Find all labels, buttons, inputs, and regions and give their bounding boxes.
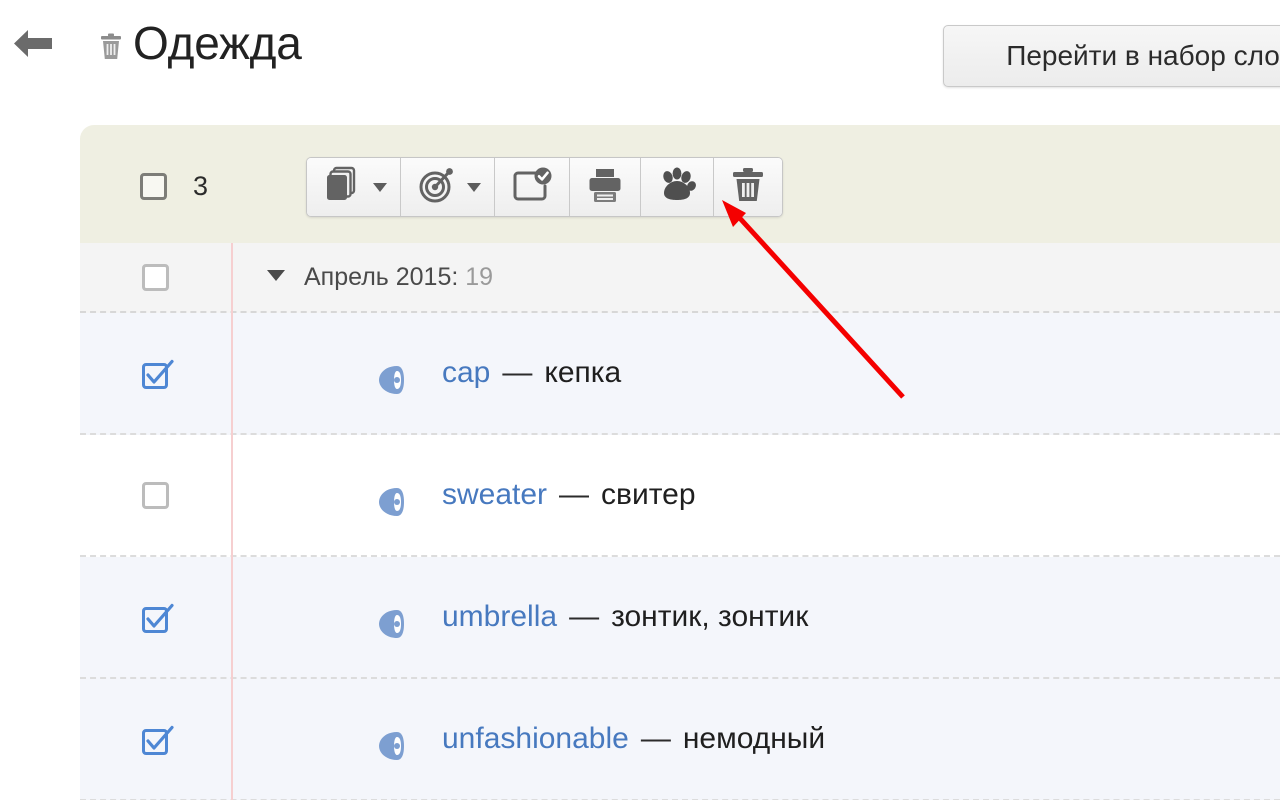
row-checkbox-cell [80,679,231,799]
word-list-table: 3 Апрель 2015: 19 cap — кепка sweater — … [80,125,1280,800]
group-checkbox[interactable] [142,263,169,291]
select-all-checkbox[interactable] [140,173,167,200]
speaker-icon[interactable] [376,607,412,641]
row-text: unfashionable — немодный [442,716,825,762]
target-dart-icon [416,166,456,209]
group-count: 19 [465,263,494,291]
row-text: cap — кепка [442,350,621,396]
speaker-icon[interactable] [376,363,412,397]
group-checkbox-cell [80,243,231,311]
group-label-text: Апрель 2015: [304,263,466,291]
row-word-ru: немодный [682,722,826,755]
paw-button[interactable] [641,158,714,216]
page-title: Одежда [133,17,302,69]
row-dash: — [559,478,590,511]
row-checkbox-checked[interactable] [141,602,174,633]
table-row[interactable]: umbrella — зонтик, зонтик [80,557,1280,679]
row-dash: — [640,722,671,755]
selected-count: 3 [193,171,209,201]
paw-print-icon [657,166,697,209]
row-dash: — [569,600,600,633]
printer-icon [586,166,624,209]
group-label: Апрель 2015: 19 [304,257,493,297]
row-checkbox-cell [80,313,231,433]
card-check-icon [511,166,553,209]
row-checkbox-checked[interactable] [141,724,174,755]
row-checkbox-cell [80,435,231,555]
row-text: umbrella — зонтик, зонтик [442,594,808,640]
table-row[interactable]: unfashionable — немодный [80,679,1280,800]
table-row[interactable]: sweater — свитер [80,435,1280,557]
row-word-en[interactable]: cap [442,356,490,389]
row-text: sweater — свитер [442,472,696,518]
page-header: Одежда Перейти в набор сло [0,0,1280,110]
row-dash: — [502,356,533,389]
row-word-en[interactable]: unfashionable [442,722,629,755]
delete-button[interactable] [714,158,782,216]
column-guide-line [231,243,233,800]
cards-button[interactable] [307,158,401,216]
print-button[interactable] [570,158,641,216]
chevron-down-icon[interactable] [267,270,285,281]
goto-wordset-button[interactable]: Перейти в набор сло [943,25,1280,87]
trash-icon [730,166,766,209]
row-word-en[interactable]: umbrella [442,600,557,633]
speaker-icon[interactable] [376,729,412,763]
row-word-ru: зонтик, зонтик [611,600,809,633]
mark-learned-button[interactable] [495,158,570,216]
row-word-en[interactable]: sweater [442,478,547,511]
group-header-row[interactable]: Апрель 2015: 19 [80,243,1280,313]
training-button[interactable] [401,158,495,216]
chevron-down-icon[interactable] [467,182,481,192]
chevron-down-icon[interactable] [373,182,387,192]
row-word-ru: кепка [544,356,622,389]
back-arrow-icon[interactable] [10,22,58,66]
row-checkbox-cell [80,557,231,677]
table-row[interactable]: cap — кепка [80,313,1280,435]
toolbar-button-group [306,157,783,217]
row-checkbox[interactable] [142,481,169,509]
speaker-icon[interactable] [376,485,412,519]
row-checkbox-checked[interactable] [141,358,174,389]
selection-toolbar: 3 [80,125,1280,243]
row-word-ru: свитер [601,478,696,511]
trash-icon [96,30,126,64]
word-list-page: Одежда Перейти в набор сло 3 Апрель 2015… [0,0,1280,800]
cards-stack-icon [322,166,362,209]
